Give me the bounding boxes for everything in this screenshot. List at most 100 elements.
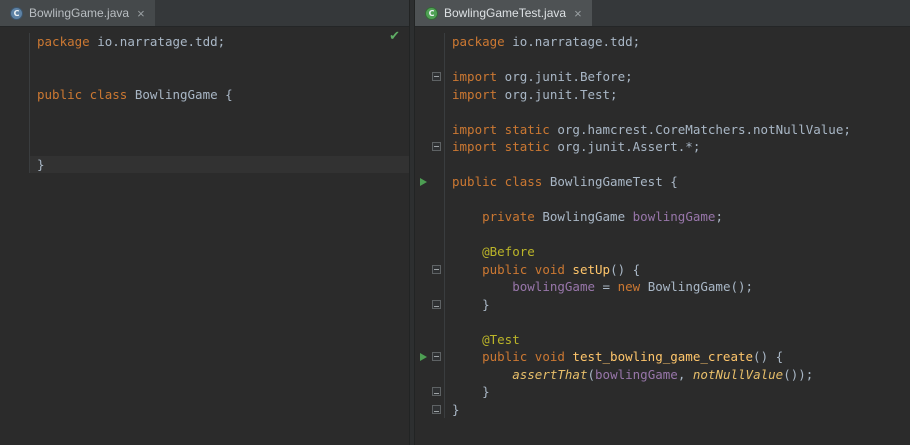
code-line: assertThat(bowlingGame, notNullValue()); (415, 365, 910, 384)
code-text: } (445, 383, 910, 401)
code-line: package io.narratage.tdd; (415, 33, 910, 51)
gutter (415, 50, 445, 68)
gutter (415, 365, 445, 383)
tab-bowlinggametest-java[interactable]: C BowlingGameTest.java × (415, 0, 592, 26)
token-field: bowlingGame (632, 209, 716, 224)
code-line (415, 190, 910, 209)
code-line: import org.junit.Test; (415, 85, 910, 104)
gutter (415, 173, 445, 191)
gutter (0, 33, 30, 51)
gutter (415, 330, 445, 348)
gutter (415, 155, 445, 173)
class-icon: C (10, 6, 23, 20)
token-kw: import static (452, 139, 550, 154)
code-editor-right[interactable]: package io.narratage.tdd; import org.juni… (415, 27, 910, 445)
gutter (415, 33, 445, 51)
token-call: notNullValue (692, 366, 784, 382)
token-plain: org.junit.Test; (497, 86, 618, 102)
token-plain: ; (715, 209, 723, 224)
token-plain: org.junit.Assert.*; (549, 139, 701, 154)
code-text: assertThat(bowlingGame, notNullValue()); (445, 366, 910, 384)
test-class-icon: C (425, 6, 438, 20)
gutter (0, 138, 30, 156)
code-text: import static org.junit.Assert.*; (445, 138, 910, 156)
code-text: package io.narratage.tdd; (30, 33, 409, 51)
code-line: } (415, 383, 910, 401)
gutter (415, 348, 445, 366)
code-text: } (30, 155, 409, 173)
token-kw: public void (482, 261, 573, 277)
code-line (0, 120, 409, 139)
gutter (415, 260, 445, 278)
run-test-icon[interactable] (420, 177, 427, 186)
code-line: @Test (415, 330, 910, 349)
editor-pane-right: C BowlingGameTest.java × package io.narr… (415, 0, 910, 445)
token-plain: = (595, 279, 618, 294)
gutter (415, 68, 445, 86)
gutter (415, 243, 445, 261)
code-line (415, 155, 910, 174)
code-line (415, 103, 910, 121)
tab-bar-right: C BowlingGameTest.java × (415, 0, 910, 27)
code-line: public void test_bowling_game_create() { (415, 348, 910, 366)
fold-icon[interactable] (432, 72, 441, 82)
token-field: bowlingGame (595, 366, 678, 382)
code-text: bowlingGame = new BowlingGame(); (445, 278, 910, 296)
token-plain: } (452, 296, 490, 312)
close-icon[interactable]: × (574, 7, 582, 20)
gutter (0, 155, 30, 173)
token-kw: package (452, 34, 505, 49)
code-line (0, 50, 409, 68)
code-text: public class BowlingGame { (30, 86, 409, 104)
code-text: import org.junit.Test; (445, 86, 910, 104)
code-line: import org.junit.Before; (415, 68, 910, 86)
tab-bowlinggame-java[interactable]: C BowlingGame.java × (0, 0, 155, 26)
gutter (415, 208, 445, 226)
token-kw: import static (452, 121, 550, 137)
code-text: } (445, 401, 910, 419)
token-decl: test_bowling_game_create (572, 349, 754, 364)
fold-icon[interactable] (432, 352, 441, 362)
token-kw: private (482, 209, 543, 224)
code-line: @Before (415, 243, 910, 261)
run-test-icon[interactable] (420, 352, 427, 361)
token-kw: new (617, 279, 648, 294)
code-line (415, 313, 910, 331)
gutter (0, 50, 30, 68)
code-lines: package io.narratage.tdd; import org.juni… (415, 33, 910, 418)
close-icon[interactable]: × (137, 7, 145, 20)
token-plain: } (37, 156, 45, 172)
code-line (415, 225, 910, 243)
gutter (415, 278, 445, 296)
token-kw: import (452, 86, 498, 102)
code-text: private BowlingGame bowlingGame; (445, 208, 910, 226)
gutter (0, 85, 30, 103)
token-plain: ( (587, 366, 596, 382)
fold-icon[interactable] (432, 142, 441, 152)
code-editor-left[interactable]: ✔ package io.narratage.tdd; public class … (0, 27, 409, 445)
token-plain: , (677, 366, 693, 382)
code-text: @Test (445, 331, 910, 349)
fold-end-icon[interactable] (432, 404, 441, 414)
fold-end-icon[interactable] (432, 299, 441, 309)
code-line: public class BowlingGame { (0, 85, 409, 104)
token-call: assertThat (512, 366, 588, 382)
tab-label: BowlingGame.java (29, 6, 130, 20)
fold-icon[interactable] (432, 264, 441, 274)
code-text: public void setUp() { (445, 261, 910, 279)
gutter (415, 383, 445, 401)
gutter (0, 120, 30, 138)
gutter (415, 295, 445, 313)
fold-end-icon[interactable] (432, 387, 441, 397)
